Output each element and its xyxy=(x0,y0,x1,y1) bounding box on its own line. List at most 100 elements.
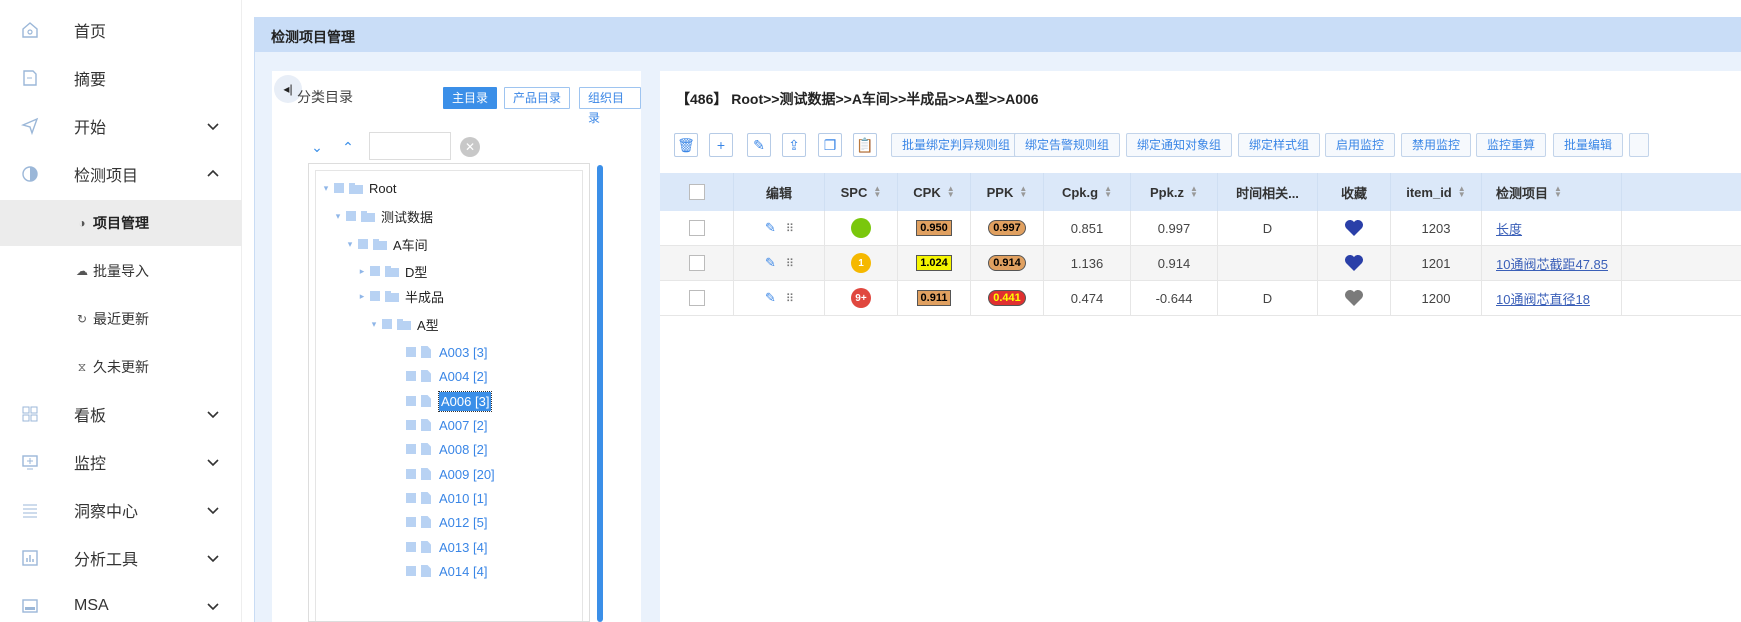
tab-product-catalog[interactable]: 产品目录 xyxy=(504,87,571,109)
edit-icon[interactable]: ✎ xyxy=(765,290,776,306)
disable-monitor-button[interactable]: 禁用监控 xyxy=(1401,133,1472,157)
sidebar-subitem-batch-import[interactable]: ☁ 批量导入 xyxy=(0,248,242,294)
spc-status-badge[interactable] xyxy=(851,218,871,238)
sidebar-subitem-project-management[interactable]: ◑ 项目管理 xyxy=(0,200,242,246)
tree-checkbox[interactable] xyxy=(406,542,416,552)
sidebar-item-msa[interactable]: MSA xyxy=(0,584,242,622)
tree-node[interactable]: A003 [3] xyxy=(392,341,487,363)
heart-icon[interactable] xyxy=(1344,219,1364,237)
import-button[interactable]: ⇪ xyxy=(782,133,806,157)
tree-checkbox[interactable] xyxy=(346,211,356,221)
heart-icon[interactable] xyxy=(1344,254,1364,272)
sidebar-item-home[interactable]: 首页 xyxy=(0,8,242,52)
sidebar-item-inspection[interactable]: 检测项目 xyxy=(0,152,242,196)
tree-checkbox[interactable] xyxy=(406,469,416,479)
tree-checkbox[interactable] xyxy=(406,347,416,357)
bind-alarm-rule-button[interactable]: 绑定告警规则组 xyxy=(1014,133,1121,157)
collapse-all-icon[interactable]: ⌃ xyxy=(339,138,357,156)
tree-node[interactable]: ▾ 测试数据 xyxy=(332,205,433,227)
tree-checkbox[interactable] xyxy=(382,319,392,329)
tab-org-catalog[interactable]: 组织目录 xyxy=(579,87,641,125)
more-button[interactable] xyxy=(1629,133,1649,157)
header-ppkz[interactable]: Ppk.z ▲ ▼ xyxy=(1131,173,1218,211)
header-item-id[interactable]: item_id ▲ ▼ xyxy=(1391,173,1482,211)
row-checkbox[interactable] xyxy=(688,290,705,306)
sidebar-item-start[interactable]: 开始 xyxy=(0,104,242,148)
tree-checkbox[interactable] xyxy=(406,420,416,430)
row-checkbox[interactable] xyxy=(688,220,705,236)
table-row[interactable]: ✎ ⠿ 9+ 0.911 0.441 0.474 -0.644 D 1200 10通阀芯直径18 xyxy=(660,281,1741,316)
tree-checkbox[interactable] xyxy=(406,566,416,576)
caret-down-icon[interactable]: ▾ xyxy=(344,239,356,250)
tree-node[interactable]: A012 [5] xyxy=(392,511,487,533)
tree-node[interactable]: ▾ A型 xyxy=(368,313,439,335)
sidebar-item-analysis-tools[interactable]: 分析工具 xyxy=(0,536,242,580)
recalculate-button[interactable]: 监控重算 xyxy=(1476,133,1547,157)
tree-checkbox[interactable] xyxy=(334,183,344,193)
sidebar-item-monitor[interactable]: 监控 xyxy=(0,440,242,484)
tree-node[interactable]: ▸ 半成品 xyxy=(356,285,444,307)
drag-handle-icon[interactable]: ⠿ xyxy=(786,292,794,305)
edit-icon[interactable]: ✎ xyxy=(765,255,776,271)
caret-down-icon[interactable]: ▾ xyxy=(368,319,380,330)
edit-button[interactable]: ✎ xyxy=(747,133,771,157)
tree-checkbox[interactable] xyxy=(406,517,416,527)
tree-search-input[interactable] xyxy=(369,132,451,160)
edit-icon[interactable]: ✎ xyxy=(765,220,776,236)
tree-checkbox[interactable] xyxy=(406,396,416,406)
sidebar-item-dashboard[interactable]: 看板 xyxy=(0,392,242,436)
heart-icon[interactable] xyxy=(1344,289,1364,307)
tree-node[interactable]: A013 [4] xyxy=(392,536,487,558)
tab-main-catalog[interactable]: 主目录 xyxy=(443,87,498,109)
tree-node[interactable]: ▾ A车间 xyxy=(344,233,428,255)
caret-down-icon[interactable]: ▾ xyxy=(332,211,344,222)
select-all-checkbox[interactable] xyxy=(688,184,705,200)
tree-node[interactable]: A008 [2] xyxy=(392,438,487,460)
tree-checkbox[interactable] xyxy=(370,266,380,276)
sidebar-item-summary[interactable]: 摘要 xyxy=(0,56,242,100)
tree-checkbox[interactable] xyxy=(406,444,416,454)
drag-handle-icon[interactable]: ⠿ xyxy=(786,257,794,270)
batch-edit-button[interactable]: 批量编辑 xyxy=(1553,133,1624,157)
spc-status-badge[interactable]: 9+ xyxy=(851,288,871,308)
tree-scrollbar[interactable] xyxy=(597,165,603,622)
header-time[interactable]: 时间相关... xyxy=(1218,173,1318,211)
tree-checkbox[interactable] xyxy=(358,239,368,249)
drag-handle-icon[interactable]: ⠿ xyxy=(786,222,794,235)
bind-notify-group-button[interactable]: 绑定通知对象组 xyxy=(1126,133,1233,157)
tree-checkbox[interactable] xyxy=(406,371,416,381)
header-cpk[interactable]: CPK ▲ ▼ xyxy=(898,173,971,211)
tree-node[interactable]: A006 [3] xyxy=(392,390,493,412)
sidebar-subitem-stale[interactable]: ⧖ 久未更新 xyxy=(0,344,242,390)
item-name-link[interactable]: 10通阀芯直径18 xyxy=(1496,289,1590,308)
paste-button[interactable]: 📋 xyxy=(853,133,877,157)
enable-monitor-button[interactable]: 启用监控 xyxy=(1325,133,1396,157)
clear-icon[interactable]: ✕ xyxy=(460,137,480,157)
tree-node[interactable]: ▸ D型 xyxy=(356,260,428,282)
tree-node[interactable]: A007 [2] xyxy=(392,414,487,436)
add-button[interactable]: + xyxy=(709,133,733,157)
delete-button[interactable]: 🗑 xyxy=(674,133,698,157)
copy-button[interactable]: ❐ xyxy=(818,133,842,157)
caret-down-icon[interactable]: ▾ xyxy=(320,183,332,194)
tree-node[interactable]: A014 [4] xyxy=(392,560,487,582)
tree-node[interactable]: A004 [2] xyxy=(392,365,487,387)
header-spc[interactable]: SPC ▲ ▼ xyxy=(825,173,898,211)
tree-node[interactable]: ▾ Root xyxy=(320,177,397,199)
sidebar-item-insight[interactable]: 洞察中心 xyxy=(0,488,242,532)
batch-bind-rule-button[interactable]: 批量绑定判异规则组 xyxy=(891,133,1022,157)
spc-status-badge[interactable]: 1 xyxy=(851,253,871,273)
table-row[interactable]: ✎ ⠿ 1 1.024 0.914 1.136 0.914 1201 10通阀芯截距47.85 xyxy=(660,246,1741,281)
sidebar-subitem-recent-updates[interactable]: ↻ 最近更新 xyxy=(0,296,242,342)
header-cpkg[interactable]: Cpk.g ▲ ▼ xyxy=(1044,173,1131,211)
header-ppk[interactable]: PPK ▲ ▼ xyxy=(971,173,1044,211)
header-item-name[interactable]: 检测项目 ▲ ▼ xyxy=(1482,173,1622,211)
tree-node[interactable]: A009 [20] xyxy=(392,463,495,485)
caret-down-icon[interactable]: ▸ xyxy=(356,291,368,302)
tree-checkbox[interactable] xyxy=(406,493,416,503)
bind-style-group-button[interactable]: 绑定样式组 xyxy=(1238,133,1321,157)
tree-node[interactable]: A010 [1] xyxy=(392,487,487,509)
tree-checkbox[interactable] xyxy=(370,291,380,301)
item-name-link[interactable]: 长度 xyxy=(1496,219,1522,238)
caret-right-icon[interactable]: ▸ xyxy=(356,266,368,277)
